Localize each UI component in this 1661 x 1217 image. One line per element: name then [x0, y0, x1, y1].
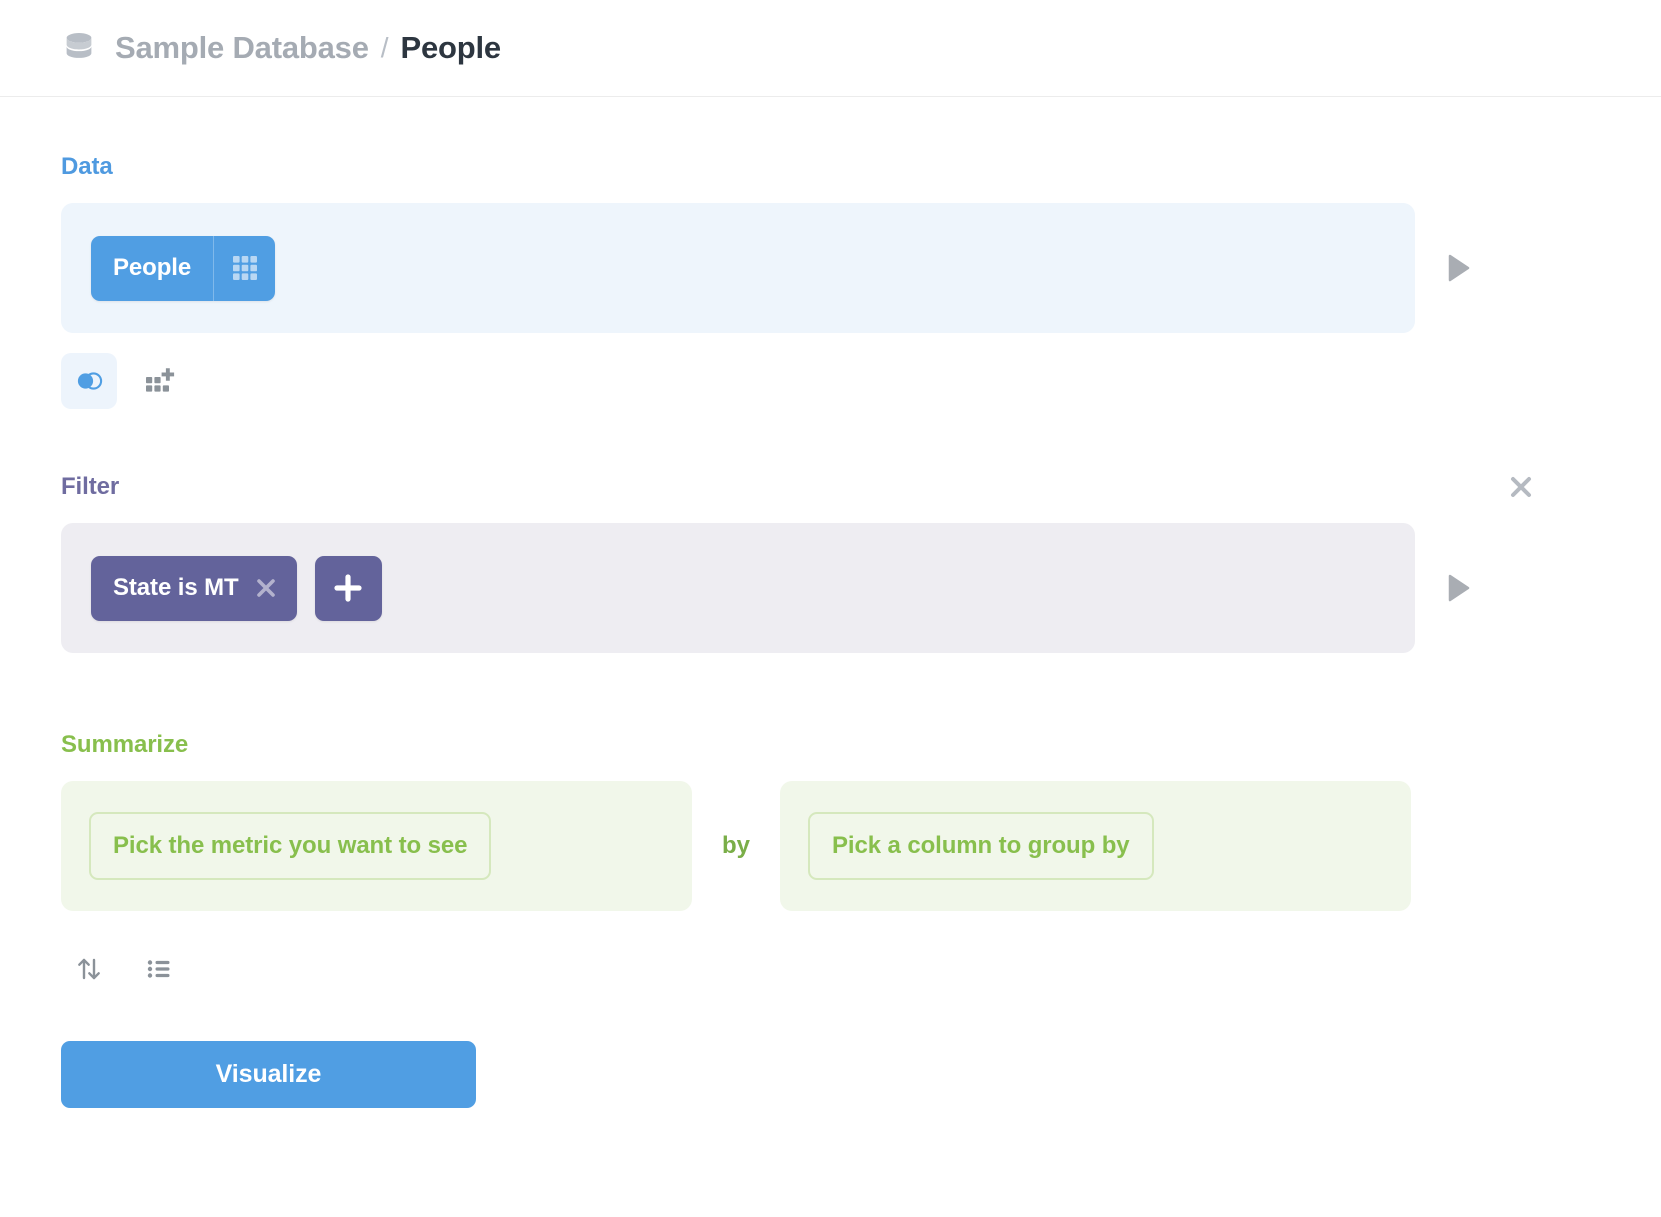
add-filter-button[interactable] — [315, 556, 382, 621]
step-data: Data People — [0, 153, 1661, 409]
join-venn-icon — [72, 364, 106, 398]
filter-pill-label: State is MT — [113, 574, 239, 602]
table-grid-icon[interactable] — [213, 236, 275, 301]
notebook-editor: Data People — [0, 97, 1661, 1108]
visualize-button[interactable]: Visualize — [61, 1041, 476, 1108]
remove-filter-step-button[interactable] — [1508, 474, 1534, 500]
data-step-title: Data — [61, 153, 113, 181]
summarize-metric-panel: Pick the metric you want to see — [61, 781, 692, 911]
sort-button[interactable] — [61, 941, 117, 997]
data-step-panel: People — [61, 203, 1415, 333]
step-filter: Filter State is MT — [0, 473, 1661, 653]
pick-metric-button[interactable]: Pick the metric you want to see — [89, 812, 491, 880]
summarize-step-header: Summarize — [0, 731, 1661, 759]
custom-column-button[interactable] — [131, 353, 187, 409]
pick-groupby-column-button[interactable]: Pick a column to group by — [808, 812, 1154, 880]
filter-step-title: Filter — [61, 473, 119, 501]
filter-step-header: Filter — [0, 473, 1661, 501]
run-query-data-button[interactable] — [1441, 251, 1475, 285]
data-step-header: Data — [0, 153, 1661, 181]
step-summarize: Summarize Pick the metric you want to se… — [0, 731, 1661, 997]
plus-icon — [333, 573, 363, 603]
table-pill-label: People — [91, 236, 213, 301]
breadcrumb-header: Sample Database / People — [0, 0, 1661, 97]
breadcrumb-database[interactable]: Sample Database — [115, 30, 369, 66]
summarize-by-label: by — [692, 832, 780, 860]
database-icon — [61, 30, 97, 66]
summarize-step-actions — [0, 941, 1661, 997]
join-data-button[interactable] — [61, 353, 117, 409]
table-picker-pill[interactable]: People — [91, 236, 275, 301]
run-query-filter-button[interactable] — [1441, 571, 1475, 605]
page-title: People — [401, 30, 501, 66]
filter-pill-remove-icon[interactable] — [255, 577, 277, 599]
data-step-actions — [0, 353, 1661, 409]
filter-pill[interactable]: State is MT — [91, 556, 297, 621]
add-column-icon — [143, 365, 175, 397]
filter-step-panel: State is MT — [61, 523, 1415, 653]
sort-arrows-icon — [73, 953, 105, 985]
list-limit-icon — [143, 953, 175, 985]
row-limit-button[interactable] — [131, 941, 187, 997]
summarize-groupby-panel: Pick a column to group by — [780, 781, 1411, 911]
breadcrumb-separator: / — [381, 32, 389, 64]
summarize-step-title: Summarize — [61, 731, 188, 759]
